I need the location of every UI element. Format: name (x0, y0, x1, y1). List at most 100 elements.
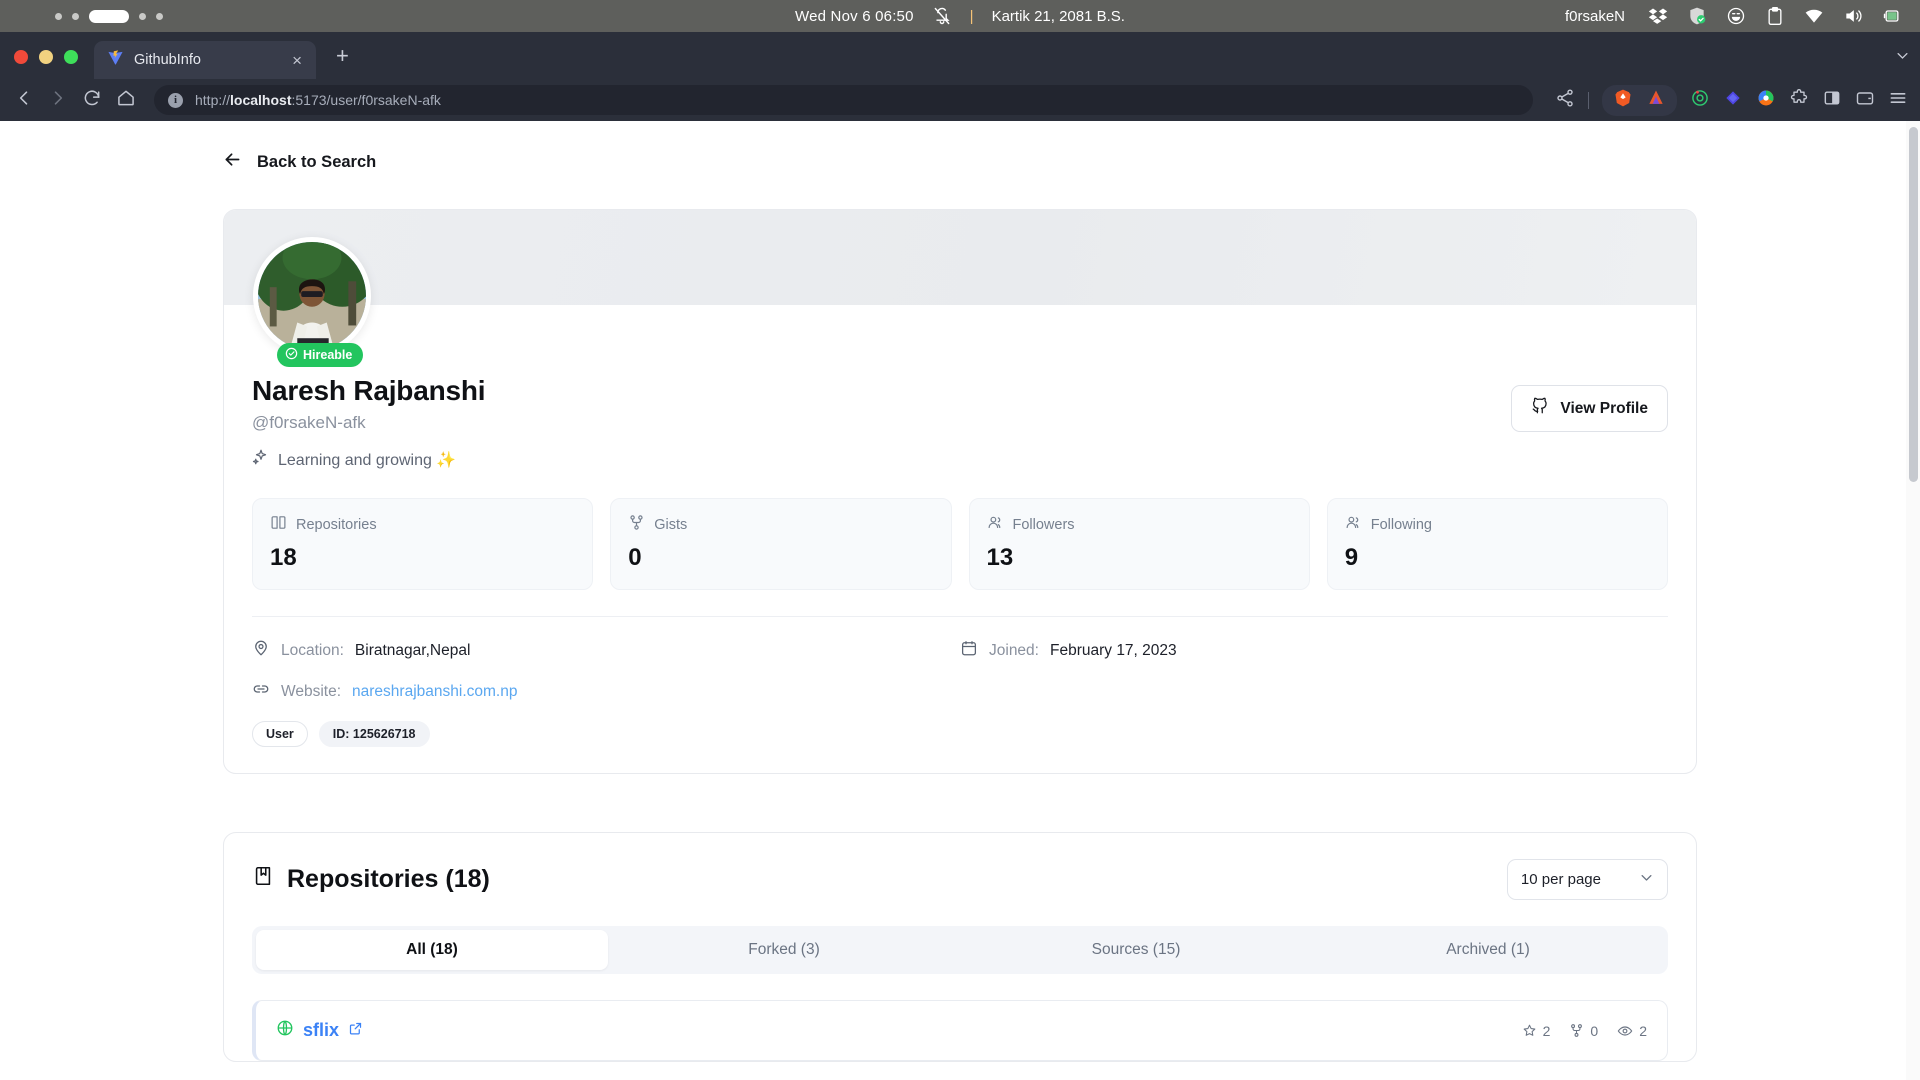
per-page-select[interactable]: 10 per page (1506, 859, 1668, 900)
joined-value: February 17, 2023 (1049, 641, 1177, 659)
maximize-window-button[interactable] (64, 50, 78, 64)
profile-cover-banner (224, 210, 1696, 305)
joined-label: Joined: (989, 641, 1039, 659)
tab-all[interactable]: All (18) (256, 930, 608, 970)
github-icon (1531, 397, 1549, 420)
clipboard-icon[interactable] (1765, 6, 1785, 26)
arrow-left-icon (222, 149, 243, 175)
tab-archived[interactable]: Archived (1) (1312, 930, 1664, 970)
brave-lion-icon[interactable] (1613, 88, 1633, 113)
account-id-chip: ID: 125626718 (318, 721, 430, 747)
watchers-stat: 2 (1617, 1023, 1647, 1039)
view-profile-label: View Profile (1560, 399, 1648, 417)
chevron-down-icon[interactable] (1895, 48, 1910, 79)
workspace-dot-5[interactable] (156, 12, 163, 20)
menu-icon[interactable] (1888, 88, 1908, 113)
stat-value: 0 (628, 544, 642, 571)
users-icon (1345, 514, 1362, 535)
repositories-heading-text: Repositories (18) (287, 865, 490, 893)
sidebar-toggle-icon[interactable] (1822, 88, 1842, 113)
bio-row: Learning and growing ✨ (252, 448, 1511, 471)
window-controls[interactable] (14, 50, 78, 79)
address-bar[interactable]: i http://localhost:5173/user/f0rsakeN-af… (154, 85, 1533, 115)
reload-icon[interactable] (82, 88, 102, 113)
clock[interactable]: Wed Nov 6 06:50 (795, 8, 914, 25)
stat-label: Following (1370, 516, 1432, 533)
tray-username[interactable]: f0rsakeN (1565, 8, 1625, 25)
location-row: Location: Biratnagar,Nepal (252, 639, 960, 662)
external-link-icon[interactable] (348, 1021, 363, 1041)
workspace-dot-active[interactable] (89, 9, 129, 23)
new-tab-button[interactable]: + (336, 43, 349, 79)
map-pin-icon (252, 639, 270, 662)
os-top-panel: Wed Nov 6 06:50 | Kartik 21, 2081 B.S. f… (0, 0, 1920, 32)
stat-label: Followers (1012, 516, 1075, 533)
share-icon[interactable] (1555, 88, 1575, 113)
notification-bell-muted-icon[interactable] (932, 6, 952, 26)
website-row: Website: nareshrajbanshi.com.np (252, 680, 960, 703)
page-scrollbar-track[interactable] (1906, 121, 1920, 1080)
close-tab-button[interactable]: × (288, 52, 306, 69)
color-wheel-extension-icon[interactable] (1756, 88, 1776, 113)
link-icon (252, 680, 270, 703)
profile-card: Hireable Naresh Rajbanshi @f0rsakeN-afk … (223, 209, 1697, 774)
per-page-value: 10 per page (1520, 871, 1601, 888)
close-window-button[interactable] (14, 50, 28, 64)
calendar-icon (960, 639, 978, 662)
shield-check-icon[interactable] (1687, 6, 1707, 26)
home-icon[interactable] (116, 88, 136, 113)
list-item[interactable]: sflix 2 0 2 (252, 1000, 1668, 1061)
url-host: localhost (230, 92, 292, 108)
url-scheme: http:// (195, 92, 231, 108)
back-to-search-label: Back to Search (257, 152, 377, 171)
stats-row: Repositories 18 Gists 0 Followers 13 Fol… (252, 498, 1668, 590)
battery-charging-icon[interactable] (1882, 6, 1902, 26)
workspace-switcher[interactable] (55, 9, 163, 23)
website-label: Website: (281, 682, 342, 700)
watchers-count: 2 (1639, 1022, 1647, 1039)
volume-icon[interactable] (1843, 6, 1863, 26)
workspace-dot-2[interactable] (72, 12, 79, 20)
dropbox-icon[interactable] (1648, 6, 1668, 26)
profile-chips: User ID: 125626718 (252, 721, 960, 747)
brave-shields-group[interactable] (1602, 84, 1677, 116)
vite-icon (107, 49, 124, 71)
repositories-header: Repositories (18) 10 per page (252, 859, 1668, 900)
workspace-dot-4[interactable] (139, 12, 146, 20)
forks-stat: 0 (1569, 1023, 1598, 1039)
repository-link[interactable]: sflix (303, 1020, 339, 1041)
puzzle-extensions-icon[interactable] (1789, 88, 1809, 113)
back-to-search-link[interactable]: Back to Search (0, 121, 1920, 175)
site-info-icon[interactable]: i (168, 92, 183, 108)
tab-sources[interactable]: Sources (15) (960, 930, 1312, 970)
back-icon[interactable] (14, 88, 34, 113)
location-value: Biratnagar,Nepal (354, 641, 471, 659)
emoji-smile-icon[interactable] (1726, 6, 1746, 26)
tab-forked[interactable]: Forked (3) (608, 930, 960, 970)
workspace-dot-1[interactable] (55, 12, 62, 20)
check-circle-icon (285, 347, 298, 363)
users-icon (987, 514, 1004, 535)
forks-count: 0 (1590, 1022, 1599, 1039)
page-scrollbar-thumb[interactable] (1909, 127, 1918, 482)
tab-strip: GithubInfo × + (0, 32, 1920, 79)
avatar[interactable] (253, 237, 371, 355)
stat-value: 18 (270, 544, 297, 571)
repositories-title: Repositories (18) (252, 865, 490, 894)
stat-label: Repositories (296, 516, 377, 533)
website-link[interactable]: nareshrajbanshi.com.np (352, 683, 517, 701)
diamond-extension-icon[interactable] (1723, 88, 1743, 113)
page-title: Naresh Rajbanshi (252, 375, 486, 406)
brave-vpn-icon[interactable] (1646, 88, 1666, 113)
browser-tab-githubinfo[interactable]: GithubInfo × (94, 41, 316, 79)
profile-meta: Location: Biratnagar,Nepal Website: nare… (252, 616, 1668, 747)
wifi-icon[interactable] (1804, 6, 1824, 26)
toolbar-divider (1588, 91, 1589, 109)
orbit-extension-icon[interactable] (1690, 88, 1710, 113)
view-profile-button[interactable]: View Profile (1511, 385, 1668, 432)
git-fork-icon (628, 514, 645, 535)
wallet-icon[interactable] (1855, 88, 1875, 113)
browser-toolbar-icons (1555, 84, 1908, 116)
book-icon (270, 514, 287, 535)
minimize-window-button[interactable] (39, 50, 53, 64)
